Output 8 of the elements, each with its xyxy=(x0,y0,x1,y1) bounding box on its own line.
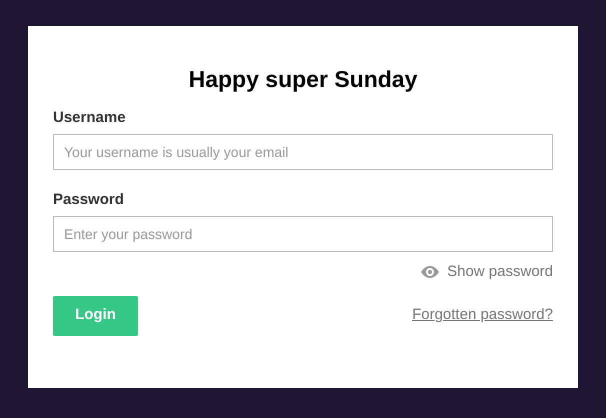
username-field[interactable]: Your username is usually your email xyxy=(53,134,553,170)
card-title: Happy super Sunday xyxy=(188,65,418,94)
show-password-button[interactable]: Show password xyxy=(421,261,553,284)
password-field[interactable]: Enter your password xyxy=(53,216,553,252)
forgotten-password-link[interactable]: Forgotten password? xyxy=(412,304,553,327)
username-label: Username xyxy=(53,108,127,128)
password-label: Password xyxy=(53,190,125,210)
eye-icon xyxy=(421,266,440,278)
